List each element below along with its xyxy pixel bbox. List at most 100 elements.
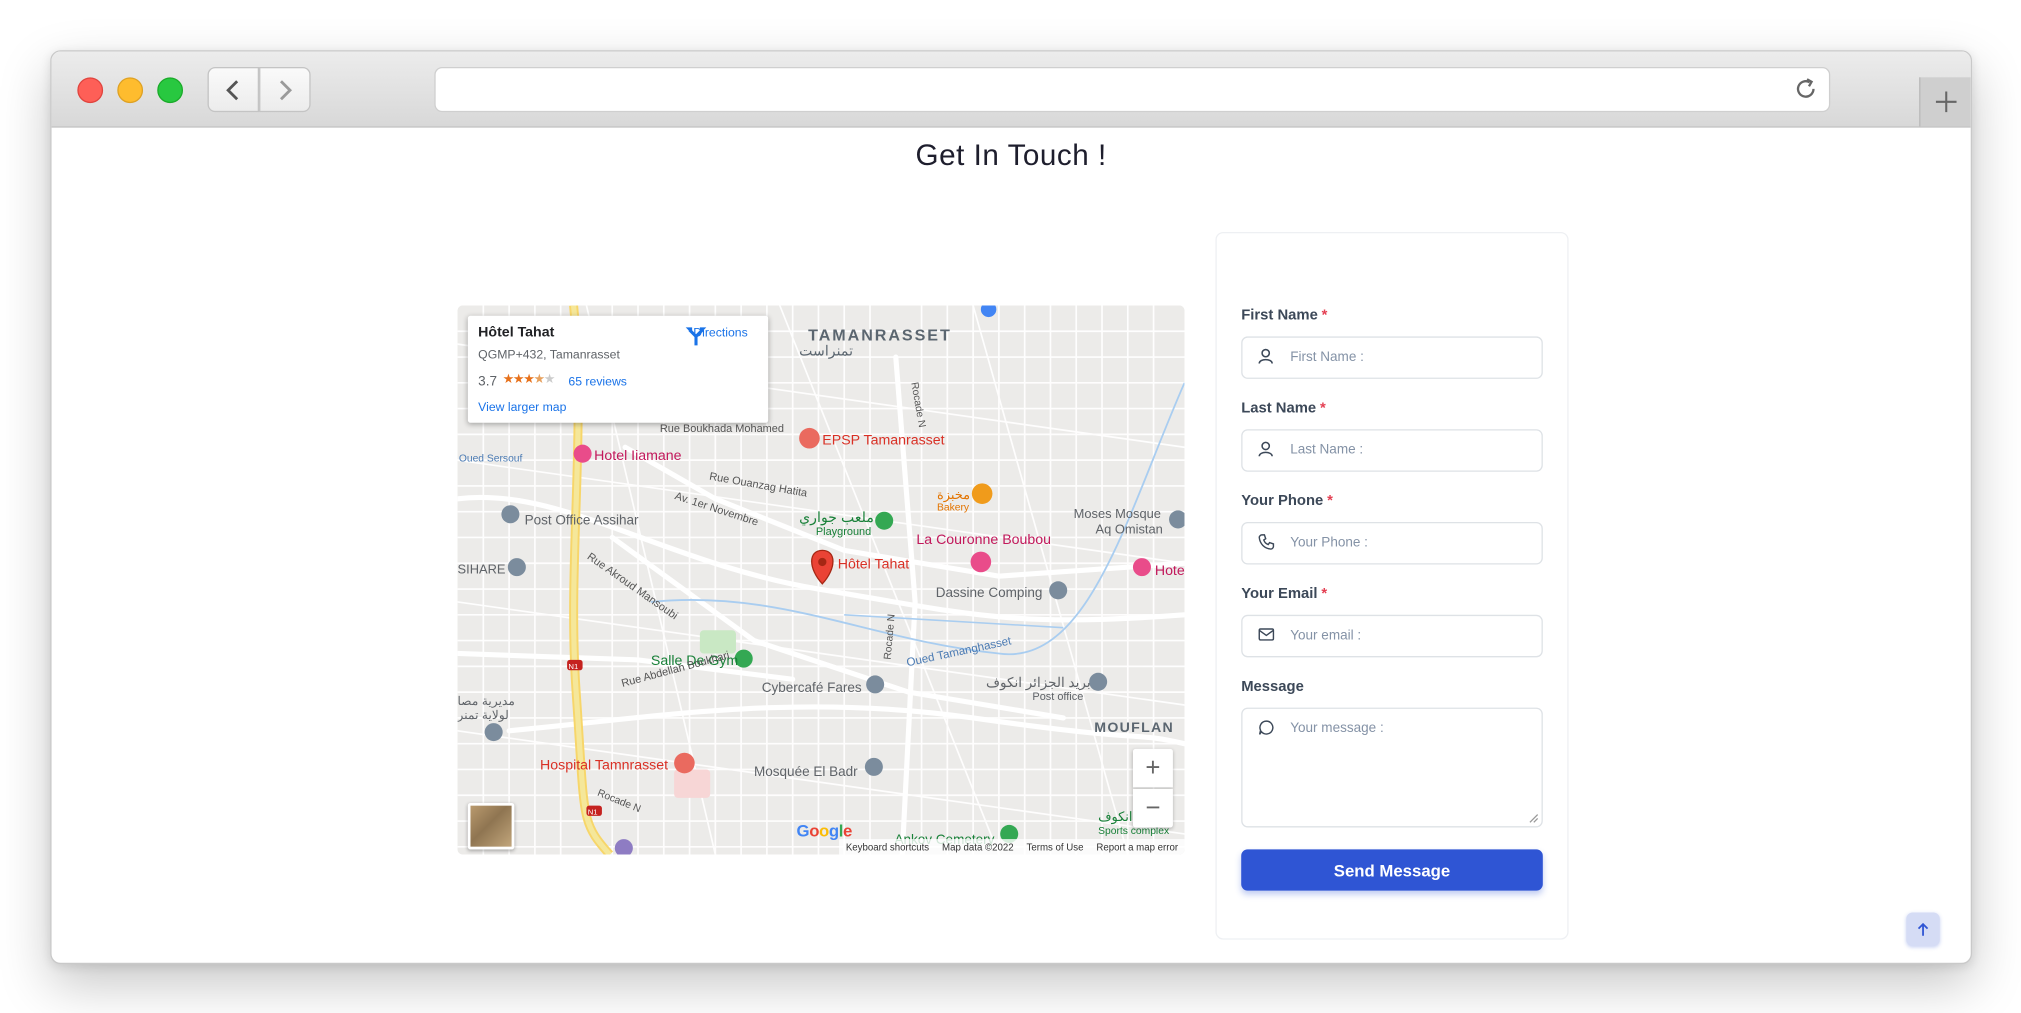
required-asterisk: * [1321, 586, 1328, 602]
map-label: لولاية تمنر [458, 708, 509, 722]
map-attribution: Keyboard shortcuts Map data ©2022 Terms … [839, 839, 1185, 855]
post-office-pin-icon[interactable] [501, 505, 520, 524]
hospital-pin-icon[interactable] [799, 427, 820, 449]
arrow-up-icon [1917, 922, 1929, 936]
map-label: Playground [816, 526, 871, 538]
place-rating: 3.7 [478, 373, 498, 390]
map-label: Sports complex [1098, 826, 1170, 837]
map-label: Moses Mosque [1074, 506, 1161, 521]
map-label: تمنراست [799, 344, 853, 360]
map-label: La Couronne Boubou [916, 532, 1051, 548]
browser-window: Get In Touch ! N1 N1 TAMANRASSET تمنراست… [50, 50, 1973, 965]
park-pin-icon[interactable] [875, 511, 894, 530]
last-name-placeholder: Last Name : [1290, 442, 1364, 458]
terms-link[interactable]: Terms of Use [1027, 841, 1084, 853]
user-icon [1258, 441, 1273, 457]
view-larger-map-link[interactable]: View larger map [478, 401, 566, 415]
hotel-pin-icon[interactable] [1132, 558, 1151, 577]
bakery-pin-icon[interactable] [971, 483, 993, 504]
zoom-window-button[interactable] [157, 77, 184, 104]
hotel-pin-icon[interactable] [573, 444, 592, 463]
directions-button[interactable]: Directions [684, 326, 756, 346]
send-message-button[interactable]: Send Message [1241, 849, 1543, 891]
satellite-toggle[interactable] [467, 802, 515, 850]
user-icon [1258, 348, 1273, 364]
map-label: Rue Boukhada Mohamed [660, 423, 784, 435]
map-label: Post Office Assihar [525, 513, 639, 528]
close-window-button[interactable] [77, 77, 104, 104]
map-label: Hospital Tamnrasset [540, 757, 668, 773]
keyboard-shortcuts-link[interactable]: Keyboard shortcuts [846, 841, 929, 853]
directions-icon [685, 327, 707, 346]
map-label: Mosquée El Badr [754, 764, 858, 779]
post-pin-icon[interactable] [1089, 672, 1108, 691]
hospital-pin-icon[interactable] [674, 752, 695, 774]
phone-placeholder: Your Phone : [1290, 534, 1368, 551]
chevron-right-icon [279, 79, 293, 100]
map-data-credit: Map data ©2022 [942, 841, 1014, 853]
message-label: Message [1241, 679, 1304, 695]
map-label: Cybercafé Fares [762, 680, 862, 695]
new-tab-button[interactable] [1919, 77, 1971, 127]
map-label: مديرية مصا [458, 694, 515, 708]
last-name-field[interactable]: Last Name : [1241, 429, 1543, 472]
message-circle-icon [1258, 720, 1274, 735]
map-label: Post office [1032, 691, 1083, 703]
last-name-label: Last Name * [1241, 401, 1326, 416]
minimize-window-button[interactable] [117, 77, 144, 104]
zoom-out-button[interactable]: − [1132, 788, 1173, 828]
reload-button[interactable] [1793, 76, 1819, 107]
reload-icon [1796, 78, 1815, 98]
map-label: TAMANRASSET [808, 326, 952, 344]
resize-grip-icon[interactable] [1529, 813, 1539, 823]
required-asterisk: * [1327, 493, 1333, 510]
page-title: Get In Touch ! [915, 137, 1107, 172]
place-pin-icon[interactable] [484, 723, 503, 742]
road-badge-n1: N1 [568, 662, 578, 671]
chevron-left-icon [226, 79, 239, 100]
email-label: Your Email * [1241, 586, 1327, 601]
first-name-label: First Name * [1241, 308, 1327, 323]
first-name-placeholder: First Name : [1290, 349, 1364, 365]
map-label: انكوف [1098, 809, 1132, 825]
camping-pin-icon[interactable] [1049, 581, 1068, 600]
zoom-in-button[interactable]: + [1132, 748, 1173, 788]
last-name-label-text: Last Name [1241, 400, 1317, 417]
email-field[interactable]: Your email : [1241, 614, 1543, 658]
phone-field[interactable]: Your Phone : [1241, 522, 1543, 565]
map-label: Dassine Comping [936, 585, 1043, 600]
map-embed[interactable]: N1 N1 TAMANRASSET تمنراست EPSP Tamanrass… [457, 305, 1185, 855]
map-label: Bakery [937, 502, 970, 513]
google-logo: Google [796, 821, 853, 841]
email-placeholder: Your email : [1290, 627, 1362, 644]
reviews-link[interactable]: 65 reviews [568, 375, 627, 389]
address-bar[interactable] [434, 67, 1831, 113]
phone-label: Your Phone * [1241, 494, 1333, 509]
cafe-pin-icon[interactable] [866, 675, 885, 694]
message-textarea[interactable]: Your message : [1241, 707, 1543, 828]
first-name-label-text: First Name [1241, 308, 1318, 324]
email-label-text: Your Email [1241, 586, 1318, 602]
hotel-pin-icon[interactable] [970, 551, 992, 573]
back-to-top-button[interactable] [1906, 912, 1940, 947]
map-label: ملعب جواري [799, 510, 874, 526]
place-info-card: Hôtel Tahat QGMP+432, Tamanrasset 3.7 ★★… [467, 315, 769, 423]
required-asterisk: * [1320, 400, 1326, 417]
mail-icon [1258, 628, 1275, 641]
phone-label-text: Your Phone [1241, 493, 1324, 510]
required-asterisk: * [1321, 308, 1328, 324]
phone-icon [1258, 534, 1275, 550]
place-pin-icon[interactable] [507, 558, 526, 577]
map-label: بريد الجزائر انكوف [986, 675, 1091, 691]
map-label: Hôtel Tahat [838, 556, 909, 572]
place-name: Hôtel Tahat [478, 324, 555, 341]
browser-toolbar [51, 51, 1971, 128]
mosque-pin-icon[interactable] [864, 757, 883, 776]
back-button[interactable] [207, 67, 260, 113]
report-error-link[interactable]: Report a map error [1096, 841, 1178, 853]
map-label: Oued Sersouf [459, 453, 523, 464]
forward-button[interactable] [259, 67, 311, 113]
first-name-field[interactable]: First Name : [1241, 336, 1543, 379]
contact-form: First Name * First Name : Last Name * Last… [1215, 232, 1569, 940]
rating-stars-icon: ★★★★★ [502, 372, 556, 387]
